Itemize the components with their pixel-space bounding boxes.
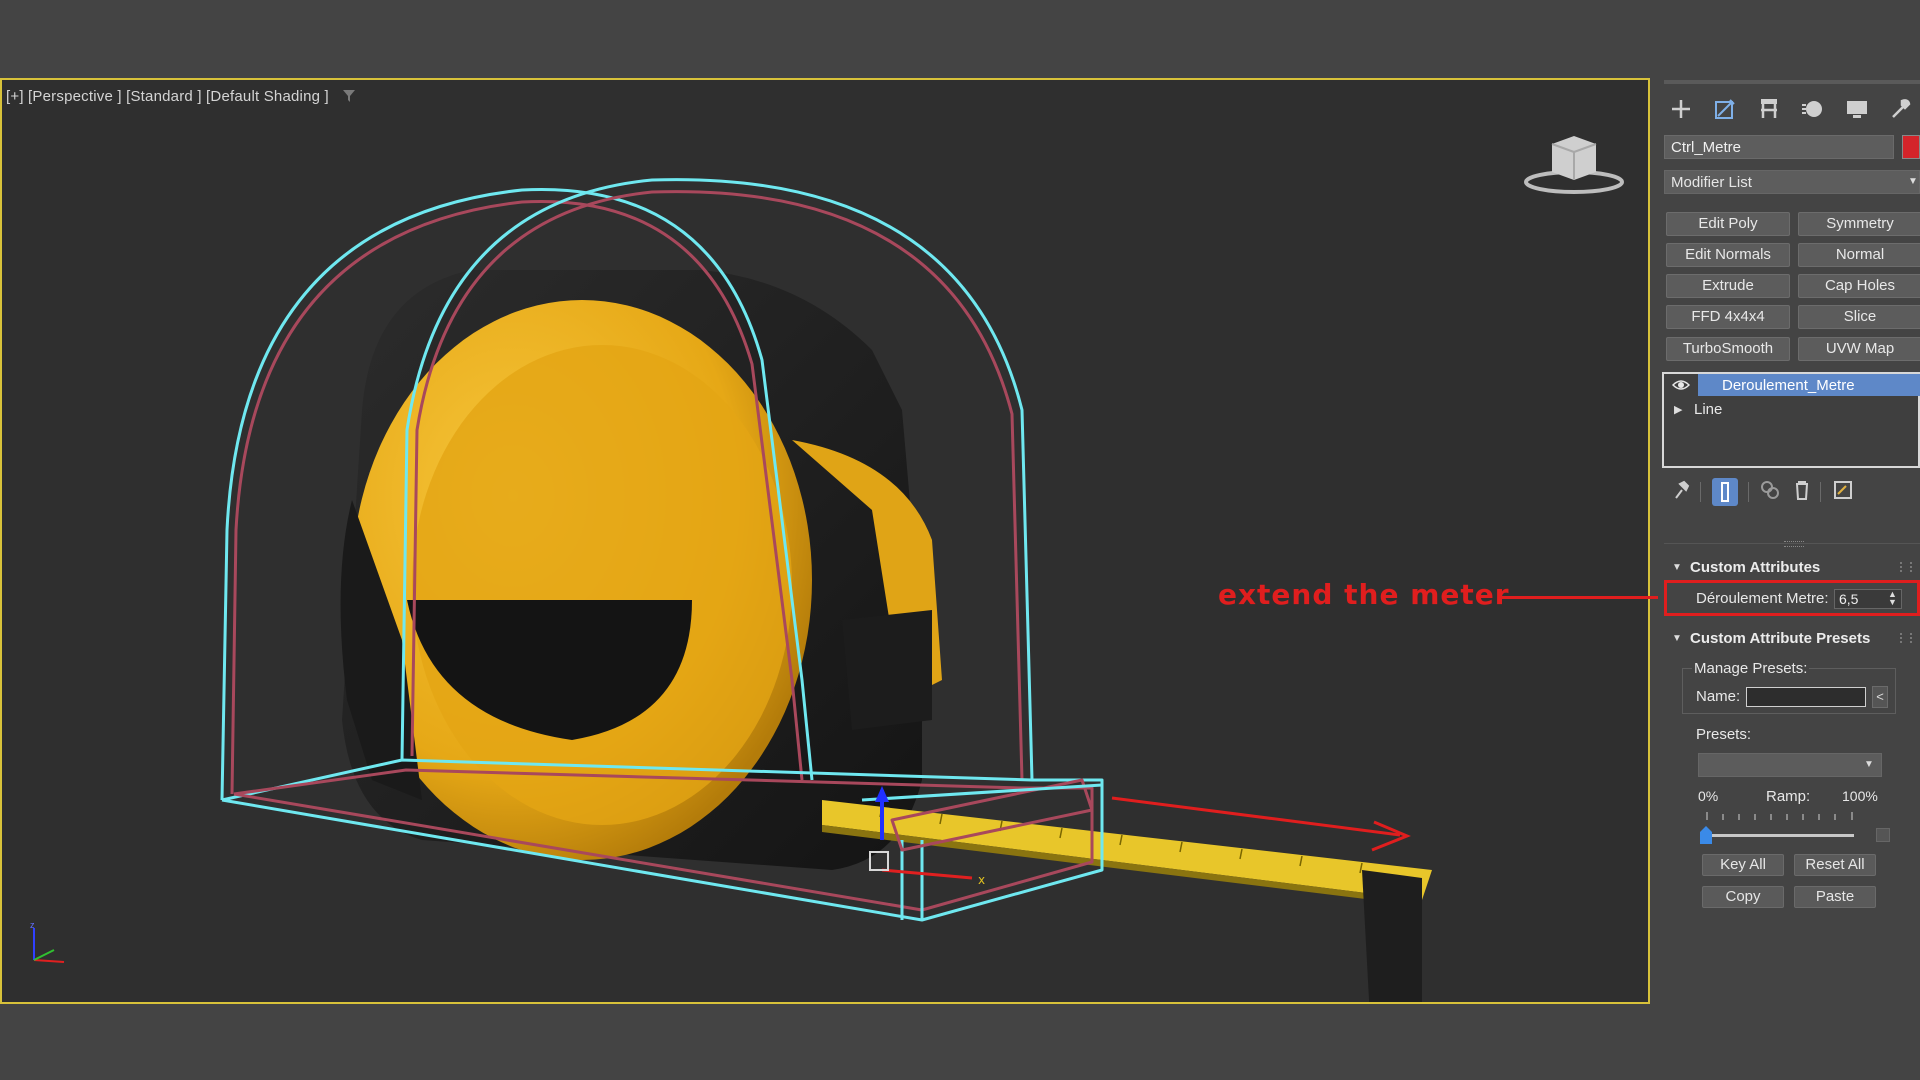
- show-end-result-button[interactable]: [1712, 478, 1738, 506]
- panel-grip[interactable]: [1664, 80, 1920, 84]
- tape-blade: [822, 800, 1432, 1002]
- rollout-attribute-presets[interactable]: Custom Attribute Presets: [1690, 630, 1870, 647]
- rollout-handle-icon[interactable]: [1900, 562, 1912, 572]
- svg-text:z: z: [30, 920, 35, 930]
- display-tab-icon[interactable]: [1844, 96, 1870, 122]
- chevron-down-icon: ▼: [1908, 176, 1918, 187]
- rollout-collapse-icon[interactable]: ▼: [1672, 562, 1682, 573]
- show-end-result-icon: [1721, 482, 1729, 502]
- make-unique-icon[interactable]: [1758, 478, 1782, 502]
- ramp-max-label: 100%: [1842, 788, 1878, 804]
- rollout-handle-icon[interactable]: [1900, 633, 1912, 643]
- ramp-checkbox[interactable]: [1876, 828, 1890, 842]
- utilities-tab-icon[interactable]: [1888, 96, 1914, 122]
- slider-ticks: [1706, 812, 1853, 820]
- presets-label: Presets:: [1696, 726, 1752, 743]
- scene-render[interactable]: x: [2, 80, 1648, 1002]
- rollout-collapse-icon[interactable]: ▼: [1672, 633, 1682, 644]
- trash-icon[interactable]: [1792, 478, 1812, 502]
- object-color-swatch[interactable]: [1902, 135, 1920, 159]
- modifier-button[interactable]: Edit Normals: [1666, 243, 1790, 267]
- preset-name-input[interactable]: [1746, 687, 1866, 707]
- svg-text:x: x: [978, 873, 985, 887]
- rollout-custom-attributes[interactable]: Custom Attributes: [1690, 559, 1820, 576]
- copy-button[interactable]: Copy: [1702, 886, 1784, 908]
- expand-arrow-icon[interactable]: ▶: [1674, 403, 1682, 416]
- tape-measure-body: [340, 270, 942, 870]
- ramp-min-label: 0%: [1698, 788, 1719, 804]
- annotation-highlight-box: [1664, 580, 1920, 616]
- resize-grip[interactable]: [1784, 541, 1804, 547]
- modifier-button[interactable]: Normal: [1798, 243, 1920, 267]
- manage-presets-label: Manage Presets:: [1692, 660, 1810, 677]
- create-tab-icon[interactable]: [1668, 96, 1694, 122]
- annotation-line: [1500, 596, 1664, 599]
- viewcube-icon[interactable]: [1522, 124, 1626, 204]
- reset-all-button[interactable]: Reset All: [1794, 854, 1876, 876]
- presets-dropdown[interactable]: [1698, 753, 1882, 777]
- axis-tripod-icon: z: [30, 920, 65, 963]
- paste-button[interactable]: Paste: [1794, 886, 1876, 908]
- modifier-button[interactable]: UVW Map: [1798, 337, 1920, 361]
- viewport-perspective[interactable]: [+] [Perspective ] [Standard ] [Default …: [0, 78, 1650, 1004]
- modifier-button[interactable]: Cap Holes: [1798, 274, 1920, 298]
- eye-icon[interactable]: [1672, 378, 1690, 392]
- object-name-field[interactable]: Ctrl_Metre: [1664, 135, 1894, 159]
- configure-sets-icon[interactable]: [1832, 478, 1854, 502]
- ramp-slider-track[interactable]: [1706, 834, 1854, 837]
- motion-tab-icon[interactable]: [1800, 96, 1826, 122]
- ramp-slider-thumb[interactable]: [1699, 826, 1713, 844]
- modifier-list-dropdown[interactable]: Modifier List: [1664, 170, 1920, 194]
- annotation-text: extend the meter: [1218, 578, 1510, 611]
- ramp-label: Ramp:: [1766, 788, 1811, 805]
- modifier-button[interactable]: FFD 4x4x4: [1666, 305, 1790, 329]
- stack-item-line[interactable]: Line: [1694, 401, 1722, 418]
- modifier-button[interactable]: Symmetry: [1798, 212, 1920, 236]
- chevron-down-icon: ▼: [1864, 759, 1874, 770]
- name-label: Name:: [1696, 688, 1741, 705]
- modifier-button[interactable]: Slice: [1798, 305, 1920, 329]
- stack-item-label[interactable]: Deroulement_Metre: [1722, 377, 1855, 394]
- modifier-button[interactable]: Edit Poly: [1666, 212, 1790, 236]
- preset-name-button[interactable]: <: [1872, 686, 1888, 708]
- key-all-button[interactable]: Key All: [1702, 854, 1784, 876]
- modifier-button[interactable]: TurboSmooth: [1666, 337, 1790, 361]
- modifier-button[interactable]: Extrude: [1666, 274, 1790, 298]
- stack-toolbar: [1664, 478, 1920, 508]
- pin-stack-icon[interactable]: [1672, 478, 1692, 502]
- hierarchy-tab-icon[interactable]: [1756, 96, 1782, 122]
- modify-tab-icon[interactable]: [1712, 96, 1738, 122]
